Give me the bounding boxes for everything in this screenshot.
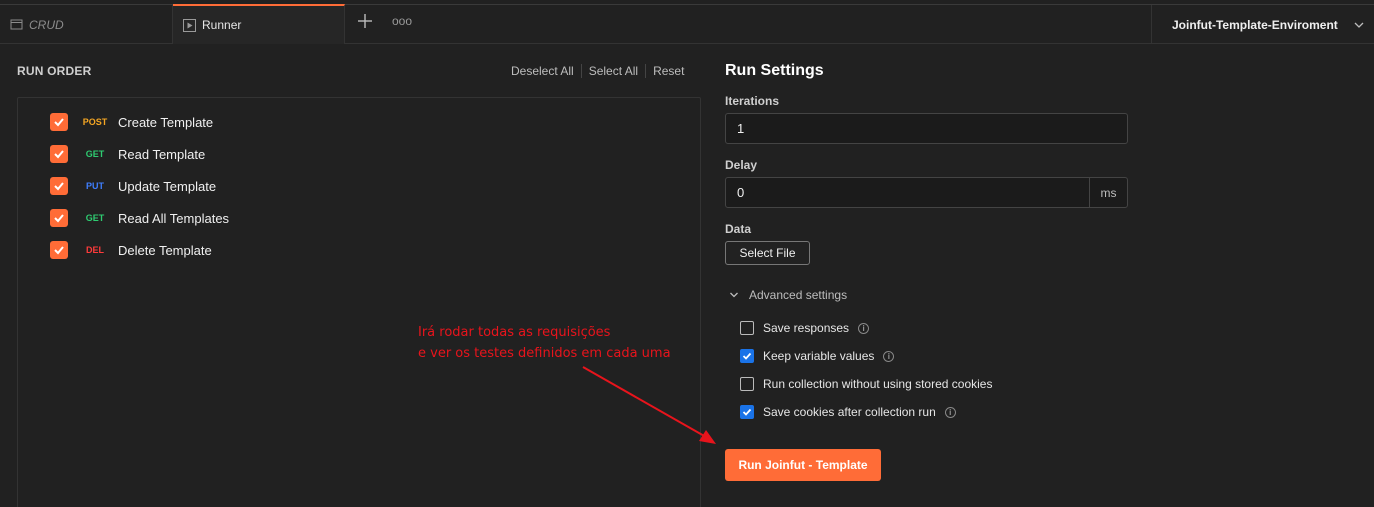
select-all-button[interactable]: Select All: [589, 64, 638, 78]
delay-label: Delay: [725, 158, 758, 172]
chevron-down-icon: [730, 292, 738, 298]
select-file-button[interactable]: Select File: [725, 241, 810, 265]
check-icon: [54, 118, 64, 127]
run-collection-button[interactable]: Run Joinfut - Template: [725, 449, 881, 481]
option-label: Keep variable values: [763, 349, 875, 363]
info-icon[interactable]: i: [858, 322, 870, 334]
reset-button[interactable]: Reset: [653, 64, 684, 78]
divider: [645, 64, 647, 78]
run-order-actions: Deselect All Select All Reset: [511, 64, 684, 78]
method-badge: GET: [85, 213, 105, 223]
environment-selector[interactable]: Joinfut-Template-Enviroment: [1151, 5, 1374, 44]
runner-icon: [183, 18, 196, 32]
option-label: Save responses: [763, 321, 850, 335]
info-icon[interactable]: i: [944, 406, 956, 418]
run-settings-title: Run Settings: [725, 62, 824, 79]
option-save-responses[interactable]: Save responses i: [740, 321, 870, 335]
iterations-label: Iterations: [725, 94, 780, 108]
iterations-value: 1: [737, 121, 745, 136]
check-icon: [54, 150, 64, 159]
plus-icon[interactable]: [357, 13, 373, 29]
method-badge: DEL: [86, 245, 104, 255]
advanced-settings-label: Advanced settings: [749, 288, 848, 302]
request-checkbox[interactable]: [50, 113, 68, 131]
request-item[interactable]: PUT Update Template: [50, 176, 216, 196]
iterations-input[interactable]: 1: [725, 113, 1128, 144]
delay-input[interactable]: 0 ms: [725, 177, 1128, 208]
request-item[interactable]: DEL Delete Template: [50, 240, 212, 260]
request-item[interactable]: GET Read All Templates: [50, 208, 229, 228]
tab-crud-label: CRUD: [29, 17, 64, 32]
data-label: Data: [725, 222, 752, 236]
method-badge: PUT: [86, 181, 104, 191]
option-keep-variable-values[interactable]: Keep variable values i: [740, 349, 895, 363]
request-checkbox[interactable]: [50, 209, 68, 227]
delay-value: 0: [737, 185, 745, 200]
check-icon: [742, 352, 752, 360]
request-name: Read All Templates: [118, 210, 230, 226]
annotation-note: Irá rodar todas as requisições e ver os …: [418, 322, 671, 364]
option-no-stored-cookies[interactable]: Run collection without using stored cook…: [740, 377, 992, 391]
request-name: Read Template: [118, 146, 206, 162]
method-badge: GET: [85, 149, 105, 159]
advanced-settings-toggle[interactable]: Advanced settings: [729, 288, 847, 302]
request-item[interactable]: POST Create Template: [50, 112, 213, 132]
request-name: Delete Template: [118, 242, 212, 258]
deselect-all-button[interactable]: Deselect All: [511, 64, 574, 78]
option-save-cookies[interactable]: Save cookies after collection run i: [740, 405, 956, 419]
checkbox[interactable]: [740, 405, 754, 419]
checkbox[interactable]: [740, 321, 754, 335]
collection-icon: [10, 19, 23, 30]
run-order-title: RUN ORDER: [17, 64, 92, 78]
request-name: Create Template: [118, 114, 214, 130]
tab-crud[interactable]: CRUD: [0, 5, 173, 44]
more-icon[interactable]: ooo: [392, 14, 412, 28]
info-icon[interactable]: i: [883, 350, 895, 362]
request-name: Update Template: [118, 178, 217, 194]
environment-name: Joinfut-Template-Enviroment: [1172, 17, 1338, 32]
tab-bar: CRUD Runner ooo Joinfut-Template-Envirom…: [0, 0, 1374, 44]
request-item[interactable]: GET Read Template: [50, 144, 205, 164]
chevron-down-icon: [1354, 22, 1364, 28]
delay-unit: ms: [1089, 178, 1127, 207]
request-checkbox[interactable]: [50, 241, 68, 259]
check-icon: [54, 214, 64, 223]
check-icon: [54, 246, 64, 255]
method-badge: POST: [82, 117, 108, 127]
request-checkbox[interactable]: [50, 177, 68, 195]
option-label: Save cookies after collection run: [763, 405, 936, 419]
option-label: Run collection without using stored cook…: [763, 377, 993, 391]
divider: [580, 64, 582, 78]
check-icon: [54, 182, 64, 191]
tab-runner-label: Runner: [202, 18, 242, 32]
checkbox[interactable]: [740, 377, 754, 391]
tab-runner[interactable]: Runner: [173, 4, 345, 44]
check-icon: [742, 408, 752, 416]
annotation-line-1: Irá rodar todas as requisições: [418, 325, 611, 340]
checkbox[interactable]: [740, 349, 754, 363]
request-checkbox[interactable]: [50, 145, 68, 163]
annotation-line-2: e ver os testes definidos em cada uma: [418, 346, 671, 361]
